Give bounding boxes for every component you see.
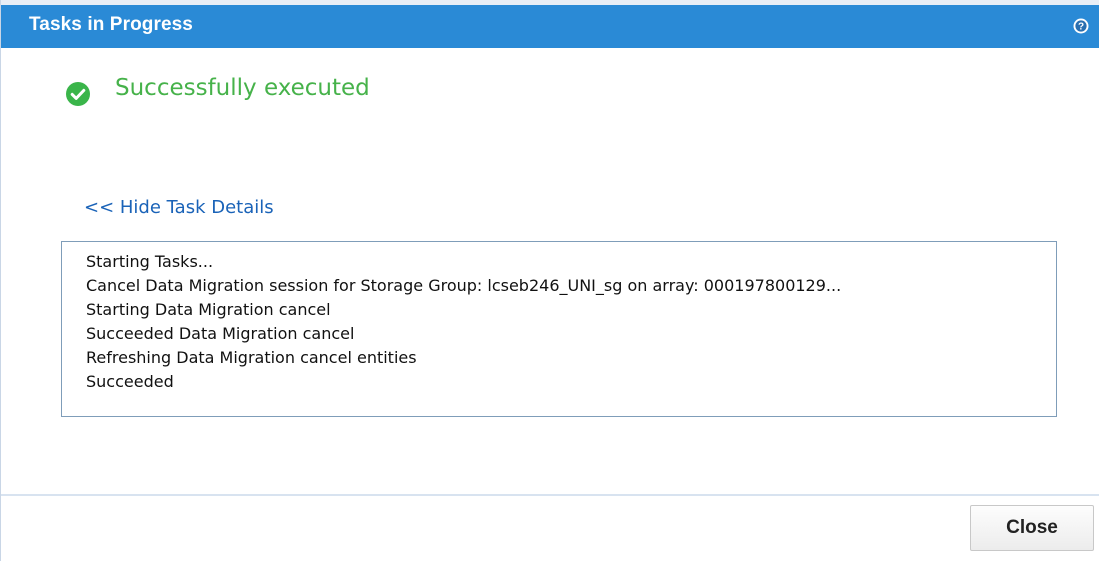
help-icon[interactable]: ? <box>1073 18 1089 34</box>
status-message: Successfully executed <box>115 75 370 101</box>
check-circle-icon <box>65 81 91 107</box>
task-log[interactable]: Starting Tasks... Cancel Data Migration … <box>61 241 1057 417</box>
hide-task-details-link[interactable]: << Hide Task Details <box>84 197 274 218</box>
tasks-dialog: Tasks in Progress ? Successfully execute… <box>0 0 1099 561</box>
dialog-title: Tasks in Progress <box>29 14 193 35</box>
log-line: Succeeded <box>86 372 174 391</box>
svg-text:?: ? <box>1078 22 1084 33</box>
log-line: Cancel Data Migration session for Storag… <box>86 276 842 295</box>
footer-divider <box>1 494 1099 496</box>
close-button[interactable]: Close <box>970 505 1094 551</box>
dialog-titlebar: Tasks in Progress ? <box>1 0 1099 48</box>
log-line: Refreshing Data Migration cancel entitie… <box>86 348 417 367</box>
log-line: Starting Data Migration cancel <box>86 300 331 319</box>
log-line: Succeeded Data Migration cancel <box>86 324 355 343</box>
log-line: Starting Tasks... <box>86 252 214 271</box>
status-row: Successfully executed <box>65 74 370 106</box>
